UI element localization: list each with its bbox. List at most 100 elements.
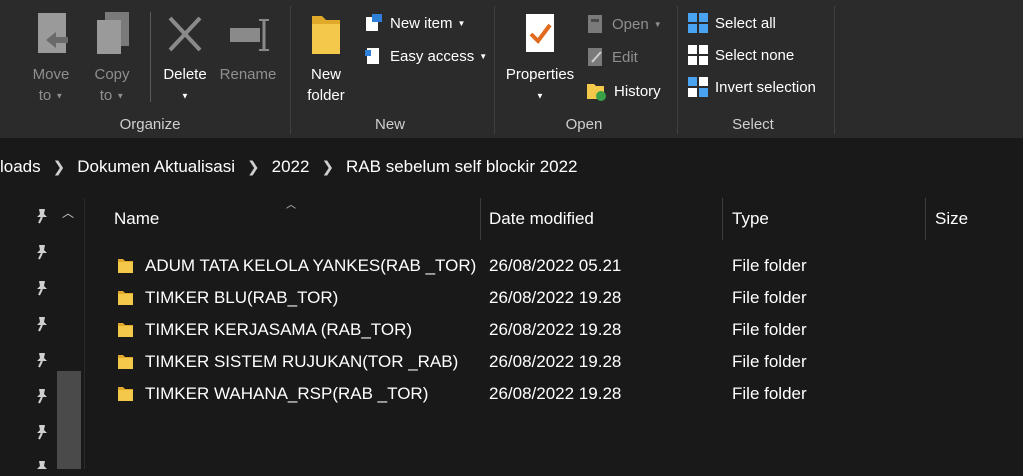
- chevron-up-icon[interactable]: ︿: [62, 204, 74, 221]
- pin-icon[interactable]: [34, 352, 50, 373]
- breadcrumb-item-downloads[interactable]: loads: [0, 157, 41, 177]
- copy-label-line1: Copy: [94, 66, 130, 83]
- invert-selection-label: Invert selection: [715, 78, 816, 96]
- pin-icon[interactable]: [34, 244, 50, 265]
- folder-icon: [118, 259, 133, 273]
- select-all-button[interactable]: Select all: [688, 11, 776, 35]
- new-item-label: New item: [390, 14, 453, 32]
- file-name: TIMKER BLU(RAB_TOR): [145, 288, 339, 307]
- file-date: 26/08/2022 19.28: [489, 320, 622, 339]
- pin-icon[interactable]: [34, 388, 50, 409]
- group-label-new: New: [374, 116, 405, 133]
- sort-ascending-icon: ︿: [286, 200, 296, 211]
- pin-icon[interactable]: [34, 424, 50, 445]
- move-to-button[interactable]: Move to ▼: [26, 10, 76, 107]
- column-name-header[interactable]: Name: [114, 198, 159, 240]
- breadcrumb: loads ❯ Dokumen Aktualisasi ❯ 2022 ❯ RAB…: [0, 146, 1023, 188]
- new-item-icon: [366, 14, 382, 31]
- folder-icon: [118, 387, 133, 401]
- file-date: 26/08/2022 19.28: [489, 352, 622, 371]
- delete-label: Delete: [163, 66, 207, 83]
- rename-button[interactable]: Rename: [216, 10, 280, 85]
- group-separator: [834, 6, 835, 134]
- column-divider[interactable]: [925, 198, 926, 240]
- file-date: 26/08/2022 19.28: [489, 288, 622, 307]
- open-icon: [588, 15, 602, 33]
- chevron-right-icon[interactable]: ❯: [247, 158, 260, 176]
- folder-icon: [118, 355, 133, 369]
- column-divider[interactable]: [722, 198, 723, 240]
- column-divider[interactable]: [480, 198, 481, 240]
- column-type-header[interactable]: Type: [732, 198, 769, 240]
- easy-access-label: Easy access: [390, 47, 475, 65]
- file-type: File folder: [732, 256, 807, 275]
- file-date: 26/08/2022 19.28: [489, 384, 622, 403]
- edit-button[interactable]: Edit: [586, 45, 638, 69]
- folder-icon: [312, 16, 340, 54]
- file-row[interactable]: TIMKER BLU(RAB_TOR) 26/08/2022 19.28 Fil…: [86, 282, 1023, 314]
- breadcrumb-item-dokumen[interactable]: Dokumen Aktualisasi: [77, 157, 235, 177]
- file-type: File folder: [732, 320, 807, 339]
- delete-x-icon: [168, 16, 202, 52]
- folder-icon: [118, 323, 133, 337]
- column-date-header[interactable]: Date modified: [489, 198, 594, 240]
- history-button[interactable]: History: [586, 79, 661, 103]
- breadcrumb-item-2022[interactable]: 2022: [272, 157, 310, 177]
- group-separator: [290, 6, 291, 134]
- group-separator: [677, 6, 678, 134]
- copy-to-icon: [97, 12, 129, 54]
- chevron-down-icon: ▼: [536, 91, 544, 101]
- file-type: File folder: [732, 352, 807, 371]
- column-header-row: ︿ Name Date modified Type Size: [86, 198, 1023, 240]
- chevron-right-icon[interactable]: ❯: [321, 158, 334, 176]
- file-date: 26/08/2022 05.21: [489, 256, 622, 275]
- pin-icon[interactable]: [34, 316, 50, 337]
- chevron-down-icon: ▼: [181, 91, 189, 101]
- file-row[interactable]: TIMKER KERJASAMA (RAB_TOR) 26/08/2022 19…: [86, 314, 1023, 346]
- new-folder-button[interactable]: New folder: [300, 10, 352, 106]
- column-size-header[interactable]: Size: [935, 198, 968, 240]
- file-name: TIMKER KERJASAMA (RAB_TOR): [145, 320, 413, 339]
- file-row[interactable]: ADUM TATA KELOLA YANKES(RAB _TOR) 26/08/…: [86, 250, 1023, 282]
- copy-label-line2: to: [99, 87, 113, 104]
- chevron-down-icon: ▼: [653, 19, 662, 29]
- ribbon: Move to ▼ Copy to ▼ Delete ▼ Rename Orga…: [0, 0, 1023, 138]
- divider: [150, 12, 151, 102]
- easy-access-icon: [365, 48, 379, 64]
- select-all-label: Select all: [715, 14, 776, 32]
- file-row[interactable]: TIMKER SISTEM RUJUKAN(TOR _RAB) 26/08/20…: [86, 346, 1023, 378]
- pin-icon[interactable]: [34, 458, 50, 476]
- select-none-label: Select none: [715, 46, 795, 64]
- select-all-icon: [688, 12, 708, 33]
- open-label: Open: [612, 15, 649, 33]
- file-row[interactable]: TIMKER WAHANA_RSP(RAB _TOR) 26/08/2022 1…: [86, 378, 1023, 410]
- pin-icon[interactable]: [34, 208, 50, 229]
- file-name: ADUM TATA KELOLA YANKES(RAB _TOR): [145, 256, 477, 275]
- easy-access-button[interactable]: Easy access ▼: [364, 44, 487, 68]
- folder-icon: [118, 291, 133, 305]
- copy-to-button[interactable]: Copy to ▼: [88, 10, 136, 107]
- nav-scrollbar-thumb[interactable]: [57, 371, 81, 469]
- pin-icon[interactable]: [34, 280, 50, 301]
- history-icon: [587, 84, 606, 101]
- move-label-line2: to: [38, 87, 52, 104]
- pane-divider[interactable]: [84, 198, 85, 469]
- new-item-button[interactable]: New item ▼: [364, 11, 465, 35]
- chevron-down-icon: ▼: [116, 91, 125, 101]
- edit-icon: [588, 48, 602, 66]
- group-label-organize: Organize: [119, 116, 181, 133]
- open-button[interactable]: Open ▼: [586, 12, 662, 36]
- invert-selection-button[interactable]: Invert selection: [688, 75, 816, 99]
- chevron-down-icon: ▼: [479, 51, 488, 61]
- select-none-button[interactable]: Select none: [688, 43, 794, 67]
- file-type: File folder: [732, 288, 807, 307]
- invert-selection-icon: [688, 76, 708, 97]
- delete-button[interactable]: Delete ▼: [160, 10, 210, 107]
- chevron-right-icon[interactable]: ❯: [53, 158, 66, 176]
- rename-label: Rename: [219, 66, 277, 83]
- properties-button[interactable]: Properties ▼: [502, 10, 578, 107]
- file-name: TIMKER WAHANA_RSP(RAB _TOR): [145, 384, 429, 403]
- properties-check-icon: [526, 14, 554, 52]
- breadcrumb-item-current[interactable]: RAB sebelum self blockir 2022: [346, 157, 578, 177]
- history-label: History: [614, 82, 661, 100]
